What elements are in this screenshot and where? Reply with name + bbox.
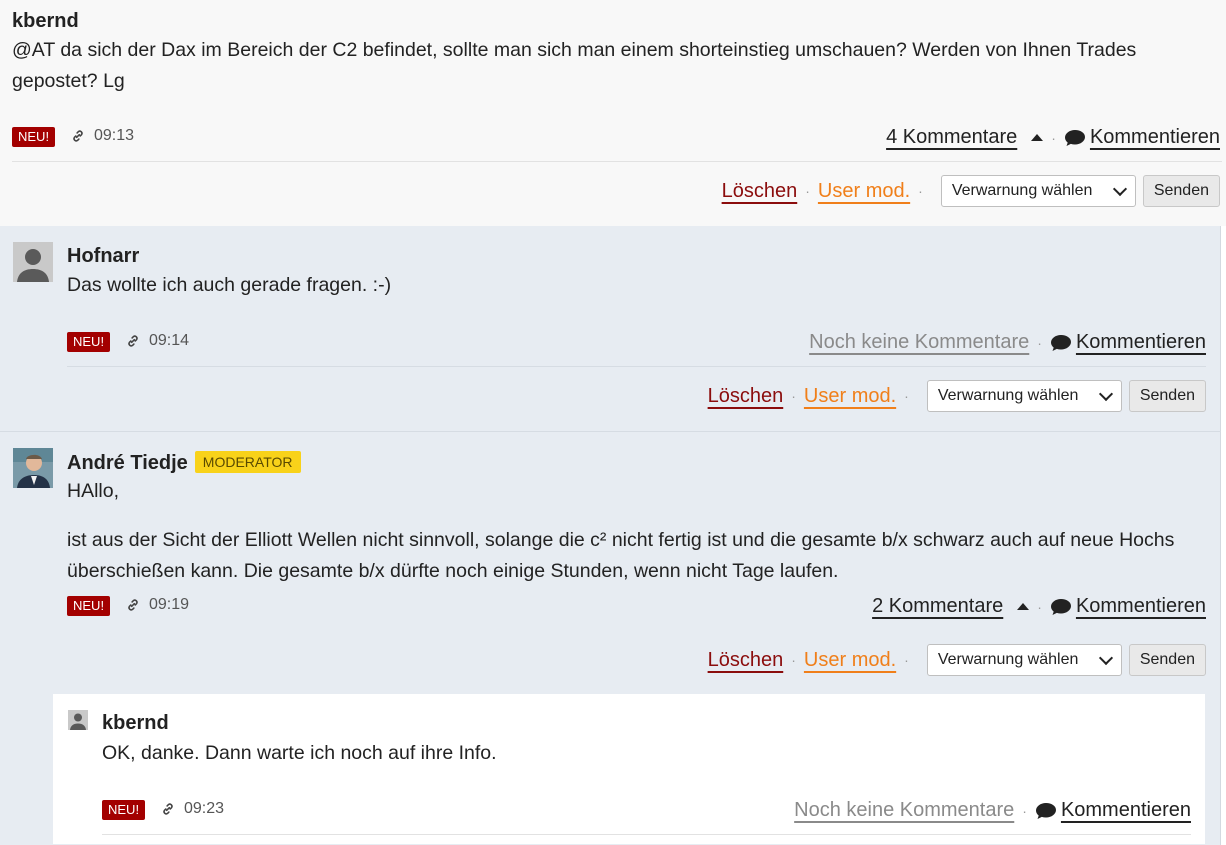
- moderator-badge: MODERATOR: [194, 451, 301, 473]
- avatar-placeholder-icon[interactable]: [68, 710, 88, 730]
- chevron-down-icon: [1098, 386, 1113, 401]
- comment-bubble-icon: [1035, 802, 1056, 819]
- post-meta: 4 Kommentare · Kommentieren: [886, 126, 1220, 149]
- avatar-photo[interactable]: [13, 448, 53, 488]
- post-text: @AT da sich der Dax im Bereich der C2 be…: [12, 39, 1137, 92]
- comment-bubble-icon: [1050, 334, 1071, 351]
- reply-text: ist aus der Sicht der Elliott Wellen nic…: [67, 529, 1175, 582]
- moderation-row: Löschen · User mod. · Verwarnung wählen …: [722, 175, 1220, 207]
- reply-text: Das wollte ich auch gerade fragen. :-): [67, 274, 392, 296]
- reply-author[interactable]: André Tiedje MODERATOR: [67, 451, 301, 475]
- reply-time: 09:14: [149, 332, 190, 349]
- send-button[interactable]: Senden: [1128, 644, 1206, 676]
- user-mod-link[interactable]: User mod.: [804, 385, 896, 408]
- separator: ·: [1037, 334, 1042, 351]
- new-badge: NEU!: [102, 800, 146, 820]
- reply-greeting: HAllo,: [67, 480, 120, 502]
- separator: ·: [791, 652, 796, 668]
- separator: ·: [805, 183, 810, 199]
- comment-button[interactable]: Kommentieren: [1090, 126, 1220, 149]
- reply-time: 09:19: [149, 596, 190, 613]
- divider: [102, 834, 1191, 835]
- separator: ·: [1022, 802, 1027, 819]
- warning-select-value: Verwarnung wählen: [937, 387, 1079, 404]
- separator: ·: [918, 183, 923, 199]
- delete-link[interactable]: Löschen: [708, 385, 784, 408]
- delete-link[interactable]: Löschen: [722, 180, 798, 203]
- separator: ·: [904, 652, 909, 668]
- moderation-row: Löschen · User mod. · Verwarnung wählen …: [708, 644, 1206, 676]
- user-mod-link[interactable]: User mod.: [804, 649, 896, 672]
- nested-meta: Noch keine Kommentare · Kommentieren: [794, 799, 1191, 822]
- nested-time: 09:23: [184, 800, 225, 817]
- divider: [12, 161, 1222, 162]
- divider: [67, 366, 1206, 367]
- user-mod-link[interactable]: User mod.: [818, 180, 910, 203]
- post-author[interactable]: kbernd: [12, 10, 79, 33]
- comment-button[interactable]: Kommentieren: [1076, 331, 1206, 354]
- chevron-down-icon: [1112, 181, 1127, 196]
- delete-link[interactable]: Löschen: [708, 649, 784, 672]
- collapse-caret-icon[interactable]: [1031, 134, 1044, 141]
- post-kbernd: kbernd @AT da sich der Dax im Bereich de…: [0, 0, 1226, 226]
- send-button[interactable]: Senden: [1142, 175, 1220, 207]
- new-badge: NEU!: [67, 596, 111, 616]
- warning-select-value: Verwarnung wählen: [951, 182, 1093, 199]
- comment-button[interactable]: Kommentieren: [1061, 799, 1191, 822]
- comments-count-link[interactable]: Noch keine Kommentare: [794, 799, 1014, 822]
- permalink-icon[interactable]: [161, 802, 175, 816]
- warning-select[interactable]: Verwarnung wählen: [940, 175, 1136, 207]
- comments-count-link[interactable]: 2 Kommentare: [872, 595, 1003, 618]
- reply-meta: Noch keine Kommentare · Kommentieren: [809, 331, 1206, 354]
- warning-select[interactable]: Verwarnung wählen: [926, 644, 1122, 676]
- separator: ·: [1037, 598, 1042, 615]
- separator: ·: [904, 388, 909, 404]
- reply-author[interactable]: Hofnarr: [67, 245, 139, 268]
- post-time: 09:13: [94, 127, 135, 144]
- permalink-icon[interactable]: [126, 598, 140, 612]
- moderation-row: Löschen · User mod. · Verwarnung wählen …: [708, 380, 1206, 412]
- new-badge: NEU!: [12, 127, 56, 147]
- nested-text: OK, danke. Dann warte ich noch auf ihre …: [102, 742, 497, 764]
- permalink-icon[interactable]: [71, 129, 85, 143]
- nested-reply-kbernd: kbernd OK, danke. Dann warte ich noch au…: [53, 694, 1205, 844]
- new-badge: NEU!: [67, 332, 111, 352]
- separator: ·: [791, 388, 796, 404]
- reply-author-name: André Tiedje: [67, 452, 188, 474]
- reply-meta: 2 Kommentare · Kommentieren: [872, 595, 1206, 618]
- separator: ·: [1051, 129, 1056, 146]
- comment-bubble-icon: [1064, 129, 1085, 146]
- collapse-caret-icon[interactable]: [1017, 603, 1030, 610]
- comment-bubble-icon: [1050, 598, 1071, 615]
- send-button[interactable]: Senden: [1128, 380, 1206, 412]
- permalink-icon[interactable]: [126, 334, 140, 348]
- comments-count-link[interactable]: 4 Kommentare: [886, 126, 1017, 149]
- avatar-placeholder-icon[interactable]: [13, 242, 53, 282]
- warning-select-value: Verwarnung wählen: [937, 651, 1079, 668]
- chevron-down-icon: [1098, 650, 1113, 665]
- nested-author[interactable]: kbernd: [102, 712, 169, 735]
- comment-button[interactable]: Kommentieren: [1076, 595, 1206, 618]
- comments-count-link[interactable]: Noch keine Kommentare: [809, 331, 1029, 354]
- warning-select[interactable]: Verwarnung wählen: [926, 380, 1122, 412]
- reply-hofnarr: Hofnarr Das wollte ich auch gerade frage…: [0, 226, 1221, 431]
